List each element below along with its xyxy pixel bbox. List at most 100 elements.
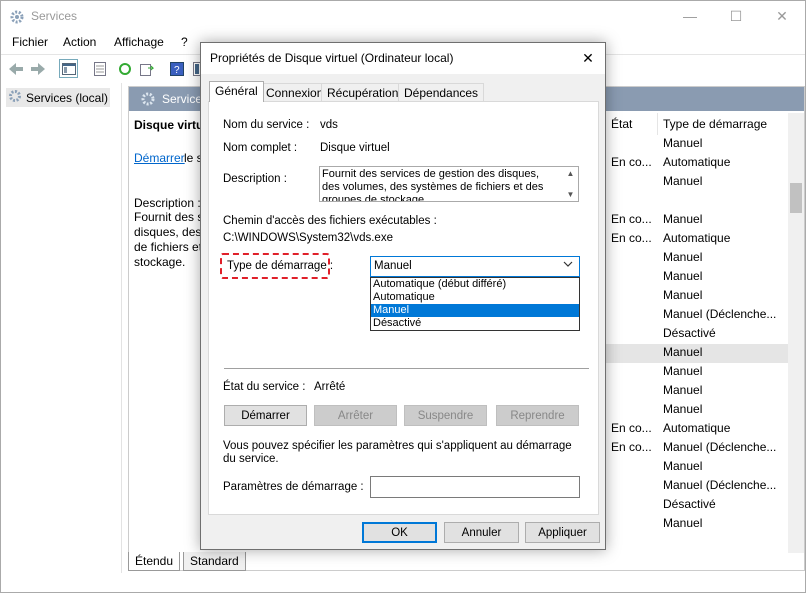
service-status-label: État du service : xyxy=(223,381,306,393)
menu-affichage[interactable]: Affichage xyxy=(114,35,164,49)
chevron-down-icon[interactable]: ▼ xyxy=(567,188,575,201)
ok-button[interactable]: OK xyxy=(362,522,437,543)
row-state-cell: En co... xyxy=(611,155,652,169)
menu-fichier[interactable]: Fichier xyxy=(12,35,48,49)
row-state-cell: En co... xyxy=(611,440,652,454)
detail-service-title: Disque virtu xyxy=(134,118,204,132)
start-button[interactable]: Démarrer xyxy=(224,405,307,426)
column-header-state[interactable]: État xyxy=(611,117,632,131)
back-arrow-icon[interactable] xyxy=(6,59,25,78)
stop-button[interactable]: Arrêter xyxy=(314,405,397,426)
row-start-type-cell: Manuel xyxy=(663,516,703,530)
display-name-value: Disque virtuel xyxy=(320,142,390,154)
row-start-type-cell: Désactivé xyxy=(663,326,716,340)
scrollbar-thumb[interactable] xyxy=(790,183,802,213)
services-gear-icon xyxy=(9,9,25,25)
list-scrollbar[interactable] xyxy=(788,113,804,553)
description-text: Fournit des services de gestion des disq… xyxy=(322,168,544,202)
row-start-type-cell: Manuel xyxy=(663,345,703,359)
row-start-type-cell: Manuel (Déclenche... xyxy=(663,478,777,492)
row-start-type-cell: Manuel xyxy=(663,288,703,302)
row-start-type-cell: Manuel xyxy=(663,136,703,150)
row-start-type-cell: Manuel (Déclenche... xyxy=(663,307,777,321)
general-tab-panel: Nom du service : vds Nom complet : Disqu… xyxy=(208,101,599,515)
properties-dialog: Propriétés de Disque virtuel (Ordinateur… xyxy=(200,42,606,550)
refresh-icon[interactable] xyxy=(115,59,134,78)
row-start-type-cell: Manuel xyxy=(663,250,703,264)
dialog-close-button[interactable]: ✕ xyxy=(573,46,603,70)
window-title: Services xyxy=(31,9,78,23)
service-name-label: Nom du service : xyxy=(223,119,310,131)
chevron-up-icon[interactable]: ▲ xyxy=(567,167,575,180)
startup-type-select[interactable]: Manuel xyxy=(370,256,580,277)
executable-path-label: Chemin d'accès des fichiers exécutables … xyxy=(223,215,437,227)
service-status-value: Arrêté xyxy=(314,381,346,393)
desc-line: stockage. xyxy=(134,255,186,269)
display-name-label: Nom complet : xyxy=(223,142,298,154)
dialog-title: Propriétés de Disque virtuel (Ordinateur… xyxy=(210,51,454,65)
description-label: Description : xyxy=(223,173,287,185)
help-icon[interactable]: ? xyxy=(167,59,186,78)
description-scrollbar[interactable]: ▲ ▼ xyxy=(563,167,578,201)
option-automatic[interactable]: Automatique xyxy=(371,291,579,304)
row-start-type-cell: Automatique xyxy=(663,155,731,169)
row-start-type-cell: Automatique xyxy=(663,231,731,245)
export-list-icon[interactable] xyxy=(137,59,156,78)
close-button[interactable]: ✕ xyxy=(759,1,805,31)
pause-button[interactable]: Suspendre xyxy=(404,405,487,426)
menu-help[interactable]: ? xyxy=(181,35,188,49)
tree-item-services-local[interactable]: Services (local) xyxy=(6,88,111,107)
executable-path-value: C:\WINDOWS\System32\vds.exe xyxy=(223,232,393,244)
startup-type-options: Automatique (début différé) Automatique … xyxy=(370,277,580,331)
console-tree-icon[interactable] xyxy=(59,59,78,78)
menu-action[interactable]: Action xyxy=(63,35,96,49)
row-start-type-cell: Manuel xyxy=(663,269,703,283)
minimize-button[interactable]: — xyxy=(667,1,713,31)
startup-type-highlight: Type de démarrage : xyxy=(220,253,334,279)
row-state-cell: En co... xyxy=(611,421,652,435)
row-start-type-cell: Manuel xyxy=(663,459,703,473)
option-auto-delayed[interactable]: Automatique (début différé) xyxy=(371,278,579,291)
pane-header-label: Service xyxy=(162,92,203,106)
service-name-value: vds xyxy=(320,119,338,131)
tab-dependances[interactable]: Dépendances xyxy=(398,83,485,101)
start-service-link[interactable]: Démarrer xyxy=(134,151,185,165)
services-gear-icon xyxy=(140,91,156,110)
row-start-type-cell: Manuel (Déclenche... xyxy=(663,440,777,454)
row-start-type-cell: Manuel xyxy=(663,383,703,397)
row-start-type-cell: Manuel xyxy=(663,212,703,226)
services-gear-icon xyxy=(8,89,22,106)
detail-description-text: Fournit des s disques, des de fichiers e… xyxy=(134,210,204,270)
startup-type-selected-value: Manuel xyxy=(374,260,412,272)
column-divider[interactable] xyxy=(657,113,658,135)
row-start-type-cell: Manuel xyxy=(663,174,703,188)
tab-general[interactable]: Général xyxy=(209,81,264,102)
row-state-cell: En co... xyxy=(611,231,652,245)
cancel-button[interactable]: Annuler xyxy=(444,522,519,543)
tab-standard[interactable]: Standard xyxy=(183,552,246,571)
tab-extended[interactable]: Étendu xyxy=(128,552,181,571)
properties-sheet-icon[interactable] xyxy=(90,59,109,78)
desc-line: Fournit des s xyxy=(134,210,204,224)
resume-button[interactable]: Reprendre xyxy=(496,405,579,426)
tree-item-label: Services (local) xyxy=(26,90,109,105)
tab-recuperation[interactable]: Récupération xyxy=(321,83,405,101)
column-header-start-type[interactable]: Type de démarrage xyxy=(663,117,767,131)
option-disabled[interactable]: Désactivé xyxy=(371,317,579,330)
title-bar: Services — ☐ ✕ xyxy=(1,1,805,32)
row-start-type-cell: Désactivé xyxy=(663,497,716,511)
chevron-down-icon[interactable] xyxy=(563,260,573,271)
desc-line: disques, des xyxy=(134,225,202,239)
detail-description-label: Description : xyxy=(134,196,201,210)
console-tree: Services (local) xyxy=(2,83,122,573)
forward-arrow-icon[interactable] xyxy=(28,59,47,78)
apply-button[interactable]: Appliquer xyxy=(525,522,600,543)
tab-connexion[interactable]: Connexion xyxy=(260,83,330,101)
startup-params-input[interactable] xyxy=(370,476,580,498)
startup-type-label: Type de démarrage : xyxy=(227,260,334,272)
option-manual[interactable]: Manuel xyxy=(371,304,579,317)
svg-text:?: ? xyxy=(174,65,180,76)
maximize-button[interactable]: ☐ xyxy=(713,1,759,31)
description-textbox[interactable]: Fournit des services de gestion des disq… xyxy=(319,166,579,202)
params-hint: Vous pouvez spécifier les paramètres qui… xyxy=(223,440,572,465)
